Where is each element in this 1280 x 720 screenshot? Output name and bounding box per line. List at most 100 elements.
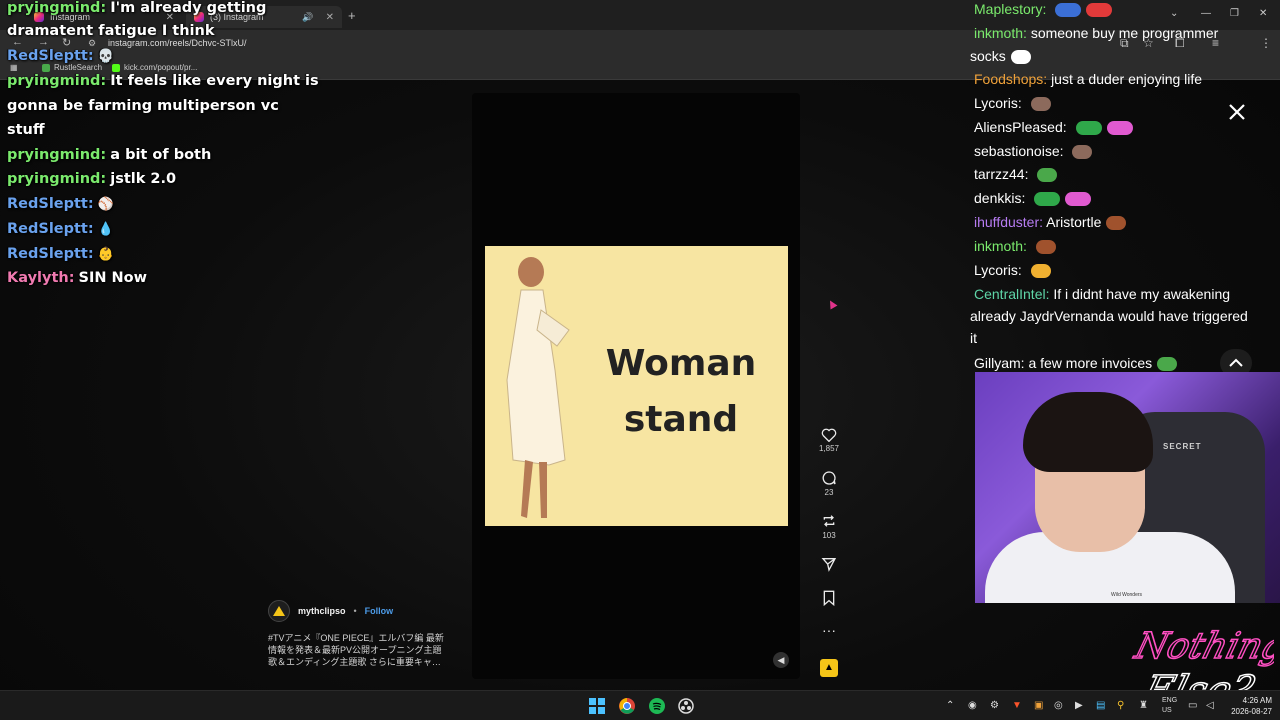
chat-message: Kaylyth: SIN Now [7, 270, 147, 286]
ball-emote: ⚾ [97, 196, 114, 212]
tray-app-icon[interactable]: ▶ [1075, 700, 1083, 711]
bookmark-kick[interactable]: kick.com/popout/pr... [112, 63, 197, 72]
chat-emote [1030, 264, 1051, 279]
tray-app-icon[interactable]: ◉ [968, 700, 977, 711]
chat-emote [1157, 357, 1178, 372]
close-icon[interactable]: ✕ [326, 12, 334, 23]
new-tab-button[interactable]: + [348, 8, 356, 23]
collapse-icon[interactable]: ⌄ [1170, 8, 1178, 19]
avatar[interactable] [268, 600, 290, 622]
follow-button[interactable]: Follow [365, 606, 394, 616]
chrome-icon[interactable] [619, 698, 635, 714]
frame-caption-line1: Woman [605, 343, 757, 384]
more-options-button[interactable]: ··· [815, 622, 843, 638]
search-icon[interactable]: ⚲ [1117, 700, 1124, 711]
chat-username: RedSleptt: [7, 196, 94, 212]
chat-emote [1086, 3, 1113, 18]
mute-button[interactable]: ◀︎ [773, 652, 789, 668]
send-icon [821, 558, 837, 572]
bookmark-label: kick.com/popout/pr... [124, 63, 198, 72]
brave-icon[interactable]: ▼ [1012, 700, 1022, 711]
obs-icon[interactable] [678, 698, 694, 714]
windows-start-icon[interactable] [589, 698, 605, 714]
chat-message: pryingmind: jstlk 2.0 [7, 171, 176, 187]
bookmark-icon [823, 590, 835, 606]
close-window-button[interactable]: ✕ [1259, 8, 1267, 19]
maximize-button[interactable]: ❐ [1230, 8, 1239, 19]
chat-message: Lycoris: [974, 262, 1051, 279]
chat-message: CentralIntel: If i didnt have my awakeni… [974, 286, 1230, 302]
drop-emote: 💧 [97, 221, 114, 237]
frame-caption-line2: stand [623, 399, 739, 440]
chat-username: inkmoth: [974, 25, 1027, 41]
url-field[interactable]: instagram.com/reels/Dchvc-STlxU/ [108, 38, 247, 48]
like-button[interactable]: 1,857 [815, 428, 843, 453]
bookmark-label: RustleSearch [54, 63, 103, 72]
close-icon[interactable] [1226, 101, 1248, 123]
bookmark-rustlesearch[interactable]: RustleSearch [42, 63, 102, 72]
save-button[interactable] [815, 590, 843, 606]
avatar-logo-icon [273, 606, 285, 616]
language-indicator[interactable]: ENG US [1162, 696, 1177, 716]
chat-message: stuff [7, 122, 45, 138]
comment-button[interactable]: 23 [815, 470, 843, 497]
chat-text: socks [970, 48, 1006, 64]
frame-caption: Woman stand [596, 336, 766, 448]
reel-caption[interactable]: #TVアニメ『ONE PIECE』エルバフ編 最新情報を発表＆最新PV公開オープ… [268, 632, 450, 668]
woman-figure [506, 257, 570, 518]
steam-icon[interactable]: ⚙ [990, 700, 999, 711]
audio-track-button[interactable]: ▲ [820, 659, 838, 677]
chat-message: tarrzz44: [974, 166, 1058, 183]
chat-username: Lycoris: [974, 95, 1022, 111]
tray-app-icon[interactable]: ◎ [1054, 700, 1063, 711]
chat-message: Lycoris: [974, 95, 1051, 112]
chat-message: RedSleptt: ⚾ [7, 196, 114, 212]
volume-icon[interactable]: ◁ [1206, 700, 1214, 711]
system-clock[interactable]: 4:26 AM 2026-08-27 [1224, 695, 1272, 717]
tray-app-icon[interactable]: ▣ [1034, 700, 1043, 711]
chat-message: RedSleptt: 💧 [7, 221, 114, 237]
tray-app-icon[interactable]: ♜ [1139, 700, 1148, 711]
chat-message: Gillyam: a few more invoices [974, 355, 1178, 372]
share-button[interactable] [815, 556, 843, 572]
repost-icon [823, 515, 835, 527]
chat-username: inkmoth: [974, 238, 1027, 254]
apps-icon[interactable]: ▦ [10, 63, 18, 72]
chat-emote [1106, 216, 1127, 231]
chevron-up-icon[interactable]: ⌃ [946, 700, 954, 711]
network-icon[interactable]: ▭ [1188, 700, 1197, 711]
clock-time: 4:26 AM [1242, 696, 1272, 705]
chat-text: dramatent fatigue I think [7, 23, 215, 39]
chat-username: ihuffduster: [974, 214, 1044, 230]
chat-message: pryingmind: It feels like every night is [7, 73, 319, 89]
chat-emote [1075, 121, 1102, 136]
brand-line1: Nothing [1130, 625, 1274, 667]
minimize-button[interactable]: — [1201, 8, 1211, 19]
repost-button[interactable]: 103 [815, 513, 843, 540]
streamer-hair [1023, 392, 1153, 472]
spotify-icon[interactable] [649, 698, 665, 714]
ellipsis-icon: ··· [822, 622, 836, 638]
chat-text: stuff [7, 122, 45, 138]
chat-emote [1037, 168, 1058, 183]
menu-icon[interactable]: ⋮ [1260, 36, 1272, 50]
reel-author: mythclipso • Follow [268, 600, 393, 622]
baby-emote: 👶 [97, 246, 114, 262]
chat-username: pryingmind: [7, 73, 107, 89]
tray-app-icon[interactable]: ▤ [1096, 700, 1105, 711]
comment-count: 23 [824, 488, 834, 497]
chat-message: inkmoth: [974, 238, 1056, 255]
chat-username: AliensPleased: [974, 119, 1067, 135]
chat-message: pryingmind: I'm already getting [7, 0, 266, 16]
chat-username: CentralIntel: [974, 286, 1050, 302]
chat-username: RedSleptt: [7, 48, 94, 64]
chat-text: a few more invoices [1028, 355, 1153, 371]
chat-message: socks [970, 48, 1031, 65]
chat-text: already JaydrVernanda would have trigger… [970, 308, 1248, 324]
chat-username: Maplestory: [974, 1, 1047, 17]
chat-message: Maplestory: [974, 1, 1113, 18]
author-name[interactable]: mythclipso [298, 606, 346, 616]
speaker-icon[interactable]: 🔊 [302, 12, 313, 23]
audio-icon: ▲ [824, 662, 834, 673]
chat-emote [1035, 240, 1056, 255]
